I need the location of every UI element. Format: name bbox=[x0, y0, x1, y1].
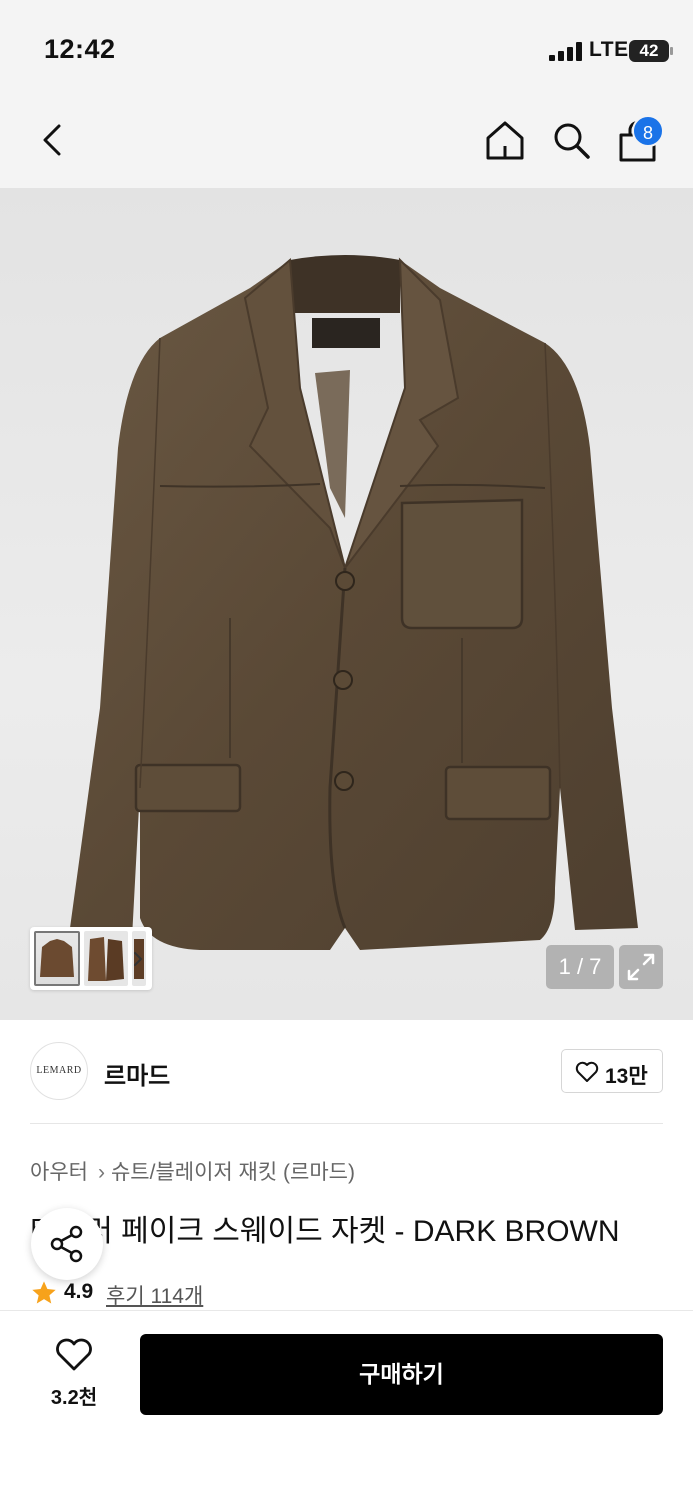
cart-count-badge: 8 bbox=[632, 115, 664, 147]
product-title: 테일러 페이크 스웨이드 자켓 - DARK BROWN bbox=[30, 1215, 620, 1248]
jacket-thumbnail bbox=[40, 939, 74, 977]
share-button[interactable] bbox=[31, 1208, 103, 1280]
thumbnail-image[interactable] bbox=[34, 931, 80, 986]
clock: 12:42 bbox=[44, 34, 116, 64]
network-label: LTE bbox=[589, 38, 629, 61]
wishlist-button[interactable]: 3.2천 bbox=[40, 1338, 108, 1410]
battery-icon: 42 bbox=[629, 40, 673, 62]
jacket-thumbnail bbox=[88, 937, 124, 981]
breadcrumb: 아우터 › 슈트/블레이저 재킷 (르마드) bbox=[30, 1156, 355, 1186]
brand-logo[interactable]: LEMARD bbox=[30, 1042, 88, 1100]
divider bbox=[30, 1123, 663, 1124]
jacket-image bbox=[70, 255, 638, 950]
chevron-right-icon[interactable] bbox=[130, 948, 146, 970]
expand-button[interactable] bbox=[619, 945, 663, 989]
heart-icon bbox=[56, 1338, 92, 1371]
heart-icon bbox=[575, 1061, 599, 1082]
home-icon bbox=[486, 121, 524, 160]
back-button[interactable] bbox=[34, 118, 74, 162]
brand-like-count: 13만 bbox=[605, 1065, 648, 1088]
image-pager: 1 / 7 bbox=[546, 945, 614, 989]
search-button[interactable] bbox=[550, 118, 592, 162]
rating-value: 4.9 bbox=[64, 1280, 94, 1303]
reviews-link[interactable]: 후기 114개 bbox=[106, 1280, 203, 1310]
home-button[interactable] bbox=[484, 118, 526, 162]
expand-icon bbox=[627, 953, 655, 981]
wishlist-count: 3.2천 bbox=[50, 1387, 98, 1409]
brand-name[interactable]: 르마드 bbox=[104, 1056, 170, 1091]
thumbnail-image[interactable] bbox=[84, 931, 128, 986]
search-icon bbox=[554, 123, 590, 159]
product-image[interactable] bbox=[0, 188, 693, 1020]
buy-button[interactable]: 구매하기 bbox=[140, 1334, 663, 1415]
share-icon bbox=[50, 1225, 83, 1263]
signal-icon bbox=[549, 41, 583, 61]
breadcrumb-item[interactable]: 슈트/블레이저 재킷 (르마드) bbox=[111, 1161, 355, 1184]
chevron-left-icon bbox=[43, 124, 61, 156]
chevron-right-icon: › bbox=[97, 1161, 105, 1184]
star-icon bbox=[30, 1279, 58, 1307]
brand-like-button[interactable]: 13만 bbox=[561, 1049, 663, 1093]
breadcrumb-item[interactable]: 아우터 bbox=[30, 1161, 88, 1184]
